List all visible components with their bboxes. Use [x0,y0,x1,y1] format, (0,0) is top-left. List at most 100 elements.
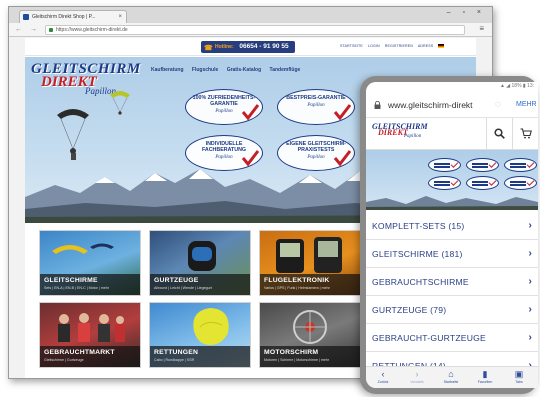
tile-caption: GURTZEUGE Allround | Leicht | Wende | Li… [150,274,250,295]
nav-tabs-button[interactable]: ▣ Tabs [504,369,534,384]
chevron-right-icon: › [528,304,532,315]
paraglider-illustration [57,109,89,160]
category-tile-gurtzeuge[interactable]: GURTZEUGE Allround | Leicht | Wende | Li… [149,230,251,296]
top-links: STARTSEITE LOGIN REGISTRIEREN ADRESS [340,44,448,49]
tile-title: GEBRAUCHTMARKT [44,349,115,356]
nav-label: Vorwärts [410,380,424,384]
german-flag-icon[interactable] [438,44,445,49]
category-tile-rettungen[interactable]: RETTUNGEN Cabo | Rundkappe | SSR [149,302,251,368]
address-bar[interactable]: https://www.gleitschirm-direkt.de [45,25,465,35]
list-item-gleitschirme[interactable]: GLEITSCHIRME (181) › [366,240,538,268]
back-icon: ‹ [381,369,385,379]
top-link-login[interactable]: LOGIN [368,44,380,48]
browser-title-bar: Gleitschirm Direkt Shop | P... × – ▫ × [9,7,492,23]
tile-subtitle: Sets | EN-A | EN-B | EN-C | Motor | mehr [44,286,109,290]
tile-subtitle: Allround | Leicht | Wende | Liegegurt [154,286,212,290]
favicon-icon [23,14,29,20]
tile-subtitle: Cabo | Rundkappe | SSR [154,358,195,362]
glider-photo-icon [52,243,114,254]
mobile-mountain-panorama [366,196,538,210]
consulting-badge[interactable]: INDIVIDUELLE FACHBERATUNG Papillon [185,135,263,171]
tile-subtitle: Motoren | Schirme | Motorschirme | mehr [264,358,330,362]
logo-line-3: Papillon [404,134,422,139]
tile-title: FLUGELEKTRONIK [264,277,330,284]
mini-badge [504,158,537,172]
mini-badge [466,176,499,190]
tile-caption: RETTUNGEN Cabo | Rundkappe | SSR [150,346,250,367]
nav-home-button[interactable]: ⌂ Startseite [436,369,466,384]
lock-icon [374,101,381,109]
nav-item-tandem[interactable]: Tandemflüge [270,67,301,73]
top-link-address[interactable]: ADRESS [418,44,433,48]
mobile-phone-frame: ▲ ◢ 18% ▮ 13: www.gleitschirm-direkt ◌ M… [360,76,538,394]
hotline-badge[interactable]: ☎ Hotline: 06654 - 91 90 55 [201,41,295,53]
nav-back-button[interactable]: ‹ Zurück [368,369,398,384]
tile-title: GLEITSCHIRME [44,277,98,284]
category-tile-gebrauchtmarkt[interactable]: GEBRAUCHTMARKT Gleitschirme | Gurtzeuge [39,302,141,368]
mobile-site-header: GLEITSCHIRM DIREKT Papillon [366,118,538,150]
chevron-right-icon: › [528,248,532,259]
hotline-number: 06654 - 91 90 55 [239,43,289,50]
harness-photo-icon [188,241,216,271]
tabs-icon: ▣ [514,369,524,379]
nav-forward-button[interactable]: › Vorwärts [402,369,432,384]
mobile-bottom-nav: ‹ Zurück › Vorwärts ⌂ Startseite ▮ Favor… [366,366,538,388]
list-item-label: GEBRAUCHT-GURTZEUGE [372,333,486,343]
category-tile-motorschirm[interactable]: MOTORSCHIRM Motoren | Schirme | Motorsch… [259,302,361,368]
checkmark-icon [333,150,351,166]
people-photo-icon [58,313,125,342]
mini-badge [428,176,461,190]
list-item-komplett-sets[interactable]: KOMPLETT-SETS (15) › [366,212,538,240]
more-menu-button[interactable]: MEHR [516,101,537,108]
category-tile-flugelektronik[interactable]: FLUGELEKTRONIK Varios | GPS | Funk | Hel… [259,230,361,296]
forward-icon: › [415,369,419,379]
phone-status-bar: ▲ ◢ 18% ▮ 13: [366,82,538,92]
practice-test-badge[interactable]: EIGENE GLEITSCHIRM-PRAXISTESTS Papillon [277,135,355,171]
list-item-gebraucht-gurtzeuge[interactable]: GEBRAUCHT-GURTZEUGE › [366,324,538,352]
nav-label: Zurück [377,380,389,384]
chevron-right-icon: › [528,220,532,231]
category-tile-gleitschirme[interactable]: GLEITSCHIRME Sets | EN-A | EN-B | EN-C |… [39,230,141,296]
list-item-gurtzeuge[interactable]: GURTZEUGE (79) › [366,296,538,324]
window-controls[interactable]: – ▫ × [447,9,486,16]
paraglider-yellow-illustration [110,91,130,115]
bestprice-badge[interactable]: BESTPREIS-GARANTIE Papillon [277,89,355,125]
browser-tab[interactable]: Gleitschirm Direkt Shop | P... × [19,10,127,23]
cart-button[interactable] [512,118,538,150]
paramotor-photo-icon [293,310,327,344]
top-link-register[interactable]: REGISTRIEREN [385,44,413,48]
nav-item-katalog[interactable]: Gratis-Katalog [227,67,261,73]
checkmark-icon [241,104,259,120]
top-link-home[interactable]: STARTSEITE [340,44,363,48]
chevron-right-icon: › [528,332,532,343]
promo-composite: Gleitschirm Direkt Shop | P... × – ▫ × ←… [0,0,540,397]
tab-title: Gleitschirm Direkt Shop | P... [32,14,96,20]
mobile-screen: ▲ ◢ 18% ▮ 13: www.gleitschirm-direkt ◌ M… [366,82,538,388]
address-bar-url: https://www.gleitschirm-direkt.de [56,27,128,33]
mobile-hero-banner [366,150,538,210]
mobile-address-bar[interactable]: www.gleitschirm-direkt ◌ MEHR [366,92,538,118]
mini-badge [428,158,461,172]
tile-subtitle: Varios | GPS | Funk | Helmkamera | mehr [264,286,330,290]
tab-close-icon[interactable]: × [118,11,122,23]
reload-icon[interactable]: ◌ [495,99,501,110]
search-button[interactable] [486,118,512,150]
browser-toolbar: ← → ⟳ https://www.gleitschirm-direkt.de … [9,23,492,37]
site-top-bar: ☎ Hotline: 06654 - 91 90 55 STARTSEITE L… [25,38,476,56]
tile-caption: FLUGELEKTRONIK Varios | GPS | Funk | Hel… [260,274,360,295]
guarantee-badge[interactable]: 100% ZUFRIEDENHEITS-GARANTIE Papillon [185,89,263,125]
tile-caption: GLEITSCHIRME Sets | EN-A | EN-B | EN-C |… [40,274,140,295]
nav-item-kaufberatung[interactable]: Kaufberatung [151,67,184,73]
checkmark-icon [241,150,259,166]
mobile-logo[interactable]: GLEITSCHIRM DIREKT Papillon [372,122,428,139]
nav-item-flugschule[interactable]: Flugschule [192,67,218,73]
nav-bookmarks-button[interactable]: ▮ Favoriten [470,369,500,384]
list-item-gebrauchtschirme[interactable]: GEBRAUCHTSCHIRME › [366,268,538,296]
badge-text: BESTPREIS-GARANTIE [286,95,346,101]
reserve-parachute-icon [193,308,229,345]
list-item-label: GURTZEUGE (79) [372,305,447,315]
mobile-url: www.gleitschirm-direkt [388,100,473,110]
browser-menu-icon[interactable]: ≡ [479,24,484,33]
lock-icon [49,28,53,32]
tile-title: GURTZEUGE [154,277,199,284]
